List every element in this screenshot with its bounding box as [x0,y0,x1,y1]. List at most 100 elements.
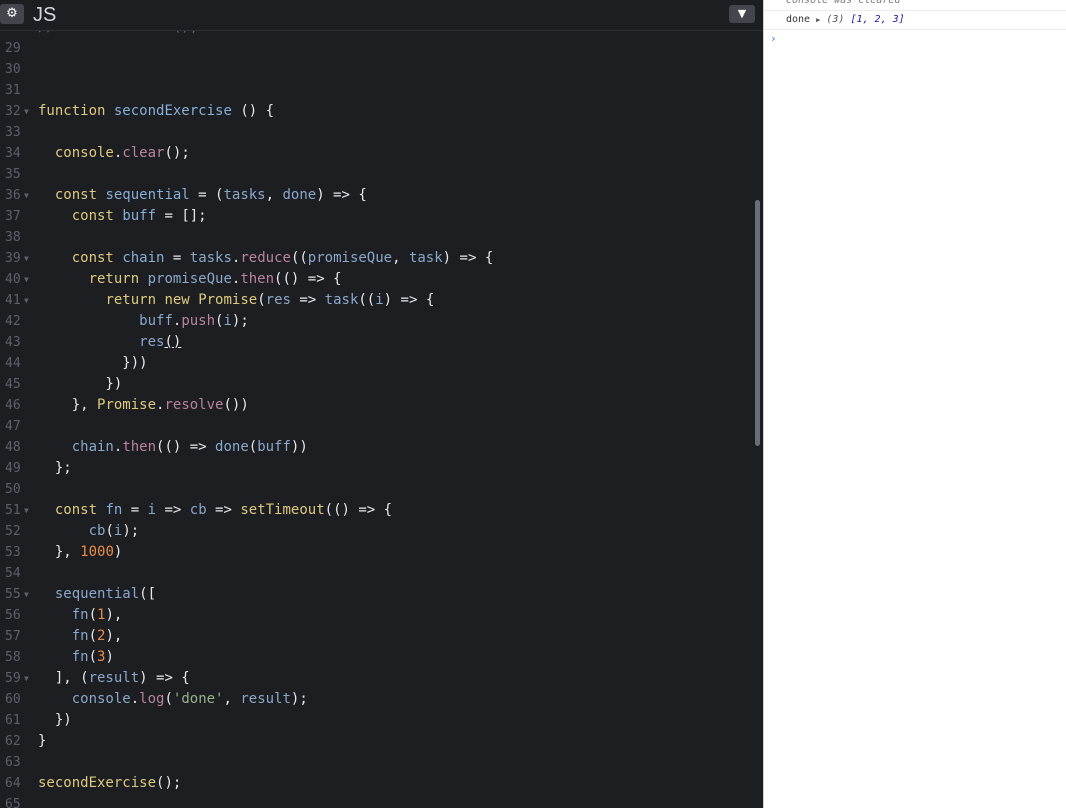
line-number: 64 [5,776,21,791]
fold-arrow-icon[interactable]: ▼ [24,500,29,521]
line-number: 60 [5,692,21,707]
code-line[interactable]: 36 ▼ const sequential = (tasks, done) => … [0,185,752,206]
code-line[interactable]: 56 fn(1), [0,605,752,626]
line-number: 56 [5,608,21,623]
code-text: const sequential = (tasks, done) => { [54,187,367,203]
code-line[interactable]: 48 chain.then(() => done(buff)) [0,437,752,458]
line-number: 65 [5,797,21,808]
code-line[interactable]: 55 ▼ sequential([ [0,584,752,605]
line-number: 47 [5,419,21,434]
code-text: secondExercise(); [38,775,182,791]
code-line[interactable]: 59 ▼ ], (result) => { [0,668,752,689]
fold-arrow-icon[interactable]: ▼ [24,185,29,206]
gear-icon: ⚙ [6,6,18,21]
fold-arrow-icon[interactable]: ▼ [24,248,29,269]
code-line[interactable]: 33 [0,122,752,143]
code-line[interactable]: 41 ▼ return new Promise(res => task((i) =… [0,290,752,311]
code-text: fn(2), [71,628,123,644]
line-number: 62 [5,734,21,749]
code-text: const fn = i => cb => setTimeout(() => { [54,502,393,518]
line-number: 40 [5,272,21,287]
code-text: cb(i); [88,523,140,539]
code-text: }; [38,460,72,476]
line-number: 57 [5,629,21,644]
chevron-down-icon: ▼ [737,7,747,20]
code-line[interactable]: 61 }) [0,710,752,731]
line-number: 53 [5,545,21,560]
code-line[interactable]: 51 ▼ const fn = i => cb => setTimeout(() … [0,500,752,521]
code-text: return new Promise(res => task((i) => { [105,292,435,308]
line-number: 59 [5,671,21,686]
line-number: 63 [5,755,21,770]
log-array-value: [1, 2, 3] [850,14,905,25]
code-text: }) [38,376,123,392]
settings-button[interactable]: ⚙ [0,4,24,24]
editor-scrollbar[interactable] [755,200,760,446]
fold-arrow-icon[interactable]: ▼ [24,101,29,122]
fold-arrow-icon[interactable]: ▼ [24,584,29,605]
code-line[interactable]: 57 fn(2), [0,626,752,647]
console-log-entry[interactable]: done ▶ (3) [1, 2, 3] [764,11,1066,30]
console-cleared-message: Console was cleared [764,0,1066,11]
line-number: 36 [5,188,21,203]
code-line[interactable]: 60 console.log('done', result); [0,689,752,710]
fold-arrow-icon[interactable]: ▼ [24,668,29,689]
line-number: 61 [5,713,21,728]
code-line[interactable]: 50 [0,479,752,500]
line-number: 51 [5,503,21,518]
code-text: fn(3) [71,649,114,665]
code-line[interactable]: 30 [0,59,752,80]
code-line[interactable]: 44 })) [0,353,752,374]
console-prompt[interactable]: › [764,30,1066,48]
line-number: 32 [5,104,21,119]
line-number: 48 [5,440,21,455]
line-number: 30 [5,62,21,77]
line-number: 39 [5,251,21,266]
log-array-count: (3) [826,14,845,25]
line-number: 46 [5,398,21,413]
log-label: done [786,14,811,25]
code-line[interactable]: 54 [0,563,752,584]
code-line[interactable]: 45 }) [0,374,752,395]
code-text: chain.then(() => done(buff)) [71,439,308,455]
line-number: 45 [5,377,21,392]
code-text: console.log('done', result); [71,691,308,707]
code-text: } [38,733,47,749]
code-line[interactable]: 62} [0,731,752,752]
code-line[interactable]: 53 }, 1000) [0,542,752,563]
code-line[interactable]: 64 secondExercise(); [0,773,752,794]
code-line[interactable]: 52 cb(i); [0,521,752,542]
code-line[interactable]: 58 fn(3) [0,647,752,668]
line-number: 34 [5,146,21,161]
code-line[interactable]: 32 ▼ function secondExercise () { [0,101,752,122]
code-line[interactable]: 63 [0,752,752,773]
code-line[interactable]: 40 ▼ return promiseQue.then(() => { [0,269,752,290]
editor-header: ⚙ JS ▼ [0,0,763,31]
code-line[interactable]: 37 const buff = []; [0,206,752,227]
code-line[interactable]: 65 [0,794,752,808]
code-line[interactable]: 31 [0,80,752,101]
code-text: return promiseQue.then(() => { [88,271,342,287]
code-line[interactable]: 35 [0,164,752,185]
code-line[interactable]: 49 }; [0,458,752,479]
code-text: buff.push(i); [139,313,249,329]
fold-arrow-icon[interactable]: ▼ [24,269,29,290]
fold-arrow-icon[interactable]: ▼ [24,290,29,311]
code-line[interactable]: 43 res() [0,332,752,353]
code-line[interactable]: 47 [0,416,752,437]
code-line[interactable]: 39 ▼ const chain = tasks.reduce((promiseQ… [0,248,752,269]
line-number: 49 [5,461,21,476]
code-text: fn(1), [71,607,123,623]
code-line[interactable]: 34 console.clear(); [0,143,752,164]
line-number: 37 [5,209,21,224]
code-line[interactable]: 42 buff.push(i); [0,311,752,332]
code-area[interactable]: 28// firstExercise();29303132▼function s… [0,17,752,808]
expand-arrow-icon[interactable]: ▶ [816,16,820,24]
code-line[interactable]: 38 [0,227,752,248]
code-line[interactable]: 29 [0,38,752,59]
collapse-button[interactable]: ▼ [729,5,755,23]
line-number: 42 [5,314,21,329]
code-text: }, 1000) [38,544,123,560]
code-line[interactable]: 46 }, Promise.resolve()) [0,395,752,416]
line-number: 29 [5,41,21,56]
